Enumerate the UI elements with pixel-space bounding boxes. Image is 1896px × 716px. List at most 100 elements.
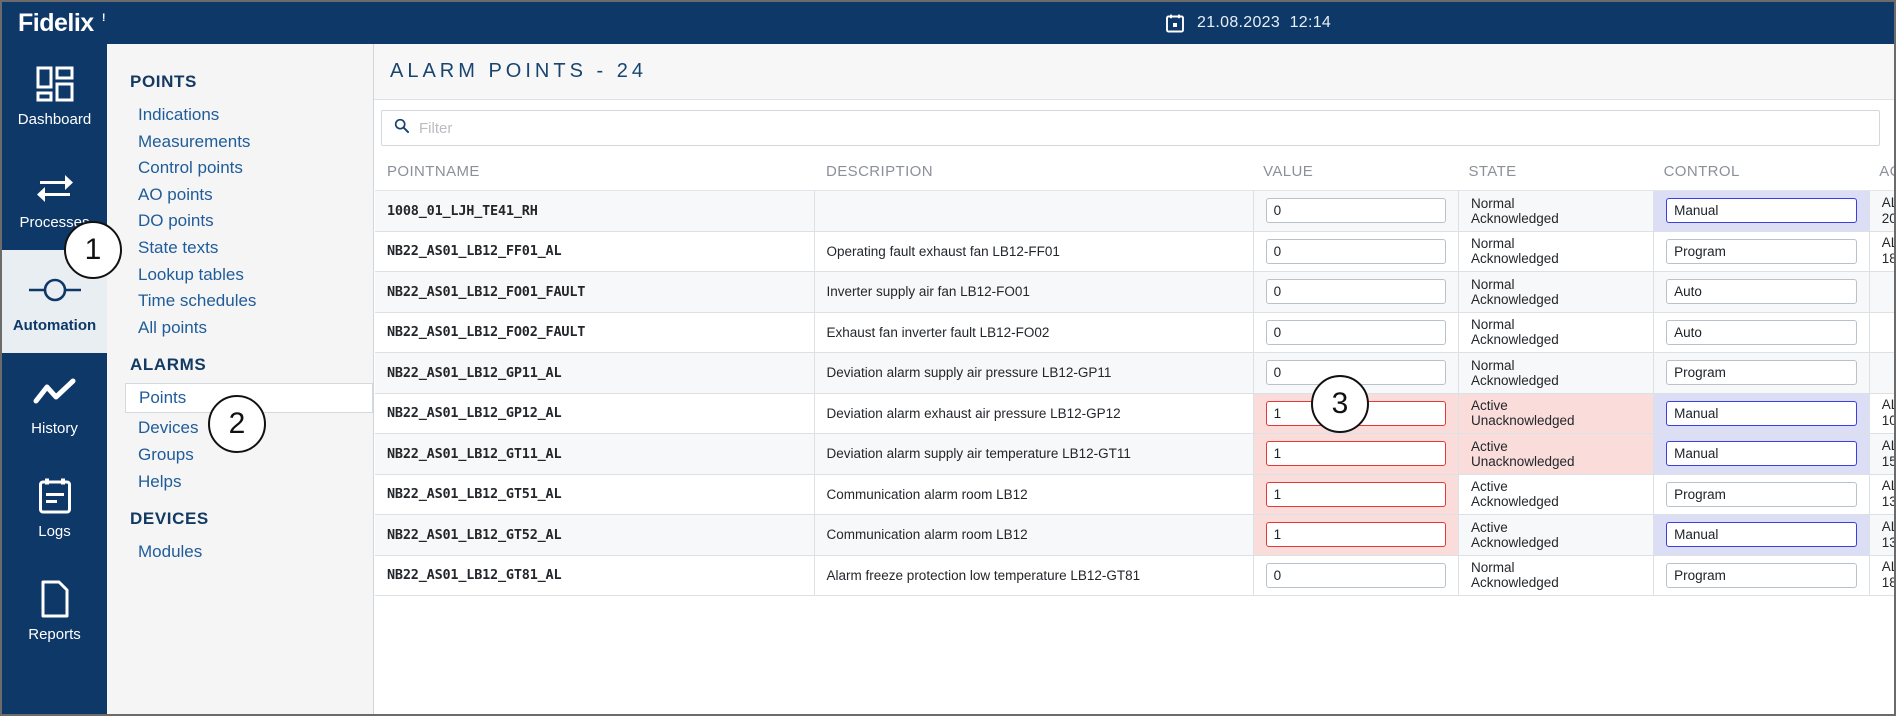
cell-value[interactable]: 1 bbox=[1253, 474, 1459, 515]
control-select[interactable]: Manual bbox=[1666, 198, 1857, 224]
table-row[interactable]: NB22_AS01_LB12_FF01_AL Operating fault ex… bbox=[375, 231, 1894, 272]
table-row[interactable]: NB22_AS01_LB12_GT51_AL Communication alar… bbox=[375, 474, 1894, 515]
subnav-item-control-points[interactable]: Control points bbox=[107, 153, 373, 180]
cell-value[interactable]: 0 bbox=[1253, 231, 1459, 272]
subnav-item-measurements[interactable]: Measurements bbox=[107, 127, 373, 154]
cell-activity: ALARM O18:09:17 bbox=[1869, 555, 1894, 596]
alarm-points-table: POINTNAME DESCRIPTION VALUE STATE CONTRO… bbox=[375, 155, 1894, 596]
sidebar-item-label: Logs bbox=[38, 523, 71, 540]
control-select[interactable]: Auto bbox=[1666, 319, 1857, 345]
brand-name: Fidelix bbox=[18, 9, 94, 37]
cell-control[interactable]: Program bbox=[1653, 474, 1870, 515]
control-select[interactable]: Auto bbox=[1666, 279, 1857, 305]
cell-pointname: NB22_AS01_LB12_FF01_AL bbox=[375, 231, 815, 272]
table-row[interactable]: NB22_AS01_LB12_GT52_AL Communication alar… bbox=[375, 514, 1894, 556]
callout-badge-3: 3 bbox=[1311, 375, 1369, 433]
table-row[interactable]: NB22_AS01_LB12_GP11_AL Deviation alarm su… bbox=[375, 352, 1894, 394]
column-header-value[interactable]: VALUE bbox=[1253, 155, 1459, 191]
cell-activity: ALARM O18:32:57 bbox=[1869, 231, 1894, 272]
cell-pointname: NB22_AS01_LB12_GT81_AL bbox=[375, 555, 815, 596]
state-line: Acknowledged bbox=[1470, 210, 1559, 226]
callout-badge-2: 2 bbox=[208, 395, 266, 453]
value-input[interactable]: 0 bbox=[1265, 198, 1446, 224]
control-select[interactable]: Program bbox=[1666, 562, 1857, 588]
cell-value[interactable]: 1 bbox=[1253, 514, 1459, 556]
cell-control[interactable]: Manual bbox=[1653, 393, 1870, 434]
column-header-pointname[interactable]: POINTNAME bbox=[375, 155, 815, 191]
state-line: Normal bbox=[1470, 276, 1515, 292]
brand-badge-text: ! bbox=[101, 12, 106, 24]
activity-line: ALARM O bbox=[1881, 194, 1894, 210]
value-input[interactable]: 0 bbox=[1265, 319, 1446, 345]
cell-control[interactable]: Manual bbox=[1653, 433, 1870, 475]
cell-control[interactable]: Auto bbox=[1653, 271, 1870, 313]
control-select[interactable]: Program bbox=[1666, 238, 1857, 264]
state-line: Active bbox=[1470, 398, 1508, 414]
cell-value[interactable]: 1 bbox=[1253, 433, 1459, 475]
control-select[interactable]: Program bbox=[1666, 360, 1857, 386]
subnav-item-indications[interactable]: Indications bbox=[107, 100, 373, 127]
filter-box[interactable] bbox=[381, 110, 1880, 146]
cell-description: Exhaust fan inverter fault LB12-FO02 bbox=[814, 312, 1254, 353]
control-select[interactable]: Manual bbox=[1666, 522, 1857, 548]
control-select[interactable]: Manual bbox=[1666, 400, 1857, 426]
subnav-item-time-schedules[interactable]: Time schedules bbox=[107, 286, 373, 313]
column-header-control[interactable]: CONTROL bbox=[1653, 155, 1870, 191]
cell-state: Normal Acknowledged bbox=[1458, 231, 1655, 272]
cell-control[interactable]: Program bbox=[1653, 352, 1870, 394]
subnav-item-do-points[interactable]: DO points bbox=[107, 206, 373, 233]
value-input[interactable]: 1 bbox=[1265, 441, 1446, 467]
alarm-points-table-container[interactable]: POINTNAME DESCRIPTION VALUE STATE CONTRO… bbox=[374, 155, 1894, 714]
state-line: Normal bbox=[1470, 560, 1515, 576]
primary-sidebar: Dashboard Processes Automation History L… bbox=[2, 44, 107, 714]
subnav-item-alarm-helps[interactable]: Helps bbox=[107, 467, 373, 494]
cell-value[interactable]: 0 bbox=[1253, 555, 1459, 596]
state-line: Normal bbox=[1470, 236, 1515, 252]
cell-value[interactable]: 0 bbox=[1253, 312, 1459, 353]
table-row[interactable]: NB22_AS01_LB12_GT11_AL Deviation alarm su… bbox=[375, 433, 1894, 475]
subnav-item-ao-points[interactable]: AO points bbox=[107, 180, 373, 207]
cell-activity bbox=[1869, 312, 1894, 353]
value-input[interactable]: 1 bbox=[1265, 522, 1446, 548]
sidebar-item-history[interactable]: History bbox=[2, 353, 107, 456]
activity-line: 13:22:00 bbox=[1881, 534, 1894, 550]
filter-input[interactable] bbox=[419, 119, 1830, 137]
cell-pointname: NB22_AS01_LB12_GT11_AL bbox=[375, 433, 815, 475]
activity-line: ALARM O bbox=[1881, 559, 1894, 575]
subnav-item-lookup-tables[interactable]: Lookup tables bbox=[107, 260, 373, 287]
cell-value[interactable]: 0 bbox=[1253, 271, 1459, 313]
sidebar-item-reports[interactable]: Reports bbox=[2, 559, 107, 662]
cell-control[interactable]: Auto bbox=[1653, 312, 1870, 353]
table-row[interactable]: NB22_AS01_LB12_FO01_FAULT Inverter supply… bbox=[375, 271, 1894, 313]
subnav-item-all-points[interactable]: All points bbox=[107, 313, 373, 340]
brand-logo[interactable]: Fidelix ! bbox=[18, 10, 113, 36]
column-header-state[interactable]: STATE bbox=[1458, 155, 1654, 191]
cell-state: Normal Acknowledged bbox=[1458, 271, 1655, 313]
cell-value[interactable]: 0 bbox=[1253, 190, 1459, 232]
control-select[interactable]: Program bbox=[1666, 481, 1857, 507]
state-line: Active bbox=[1470, 519, 1508, 535]
column-header-activity[interactable]: ACTIVI bbox=[1869, 155, 1894, 191]
subnav-item-devices-modules[interactable]: Modules bbox=[107, 537, 373, 564]
table-row[interactable]: NB22_AS01_LB12_GP12_AL Deviation alarm ex… bbox=[375, 393, 1894, 434]
table-row[interactable]: NB22_AS01_LB12_GT81_AL Alarm freeze prote… bbox=[375, 555, 1894, 596]
column-header-description[interactable]: DESCRIPTION bbox=[814, 155, 1254, 191]
sidebar-item-logs[interactable]: Logs bbox=[2, 456, 107, 559]
value-input[interactable]: 1 bbox=[1265, 481, 1446, 507]
cell-control[interactable]: Manual bbox=[1653, 190, 1870, 232]
cell-control[interactable]: Program bbox=[1653, 231, 1870, 272]
table-row[interactable]: 1008_01_LJH_TE41_RH 0 Normal Acknowledged Ma… bbox=[375, 190, 1894, 232]
sidebar-item-dashboard[interactable]: Dashboard bbox=[2, 44, 107, 147]
reports-document-icon bbox=[39, 578, 71, 620]
subnav-group-title-points: POINTS bbox=[130, 72, 197, 91]
cell-control[interactable]: Program bbox=[1653, 555, 1870, 596]
secondary-navigation: POINTS Indications Measurements Control … bbox=[107, 44, 374, 714]
control-select[interactable]: Manual bbox=[1666, 441, 1857, 467]
cell-control[interactable]: Manual bbox=[1653, 514, 1870, 556]
value-input[interactable]: 0 bbox=[1265, 562, 1446, 588]
activity-line: 13:21:58 bbox=[1881, 494, 1894, 510]
table-row[interactable]: NB22_AS01_LB12_FO02_FAULT Exhaust fan inv… bbox=[375, 312, 1894, 353]
value-input[interactable]: 0 bbox=[1265, 238, 1446, 264]
subnav-item-state-texts[interactable]: State texts bbox=[107, 233, 373, 260]
value-input[interactable]: 0 bbox=[1265, 279, 1446, 305]
